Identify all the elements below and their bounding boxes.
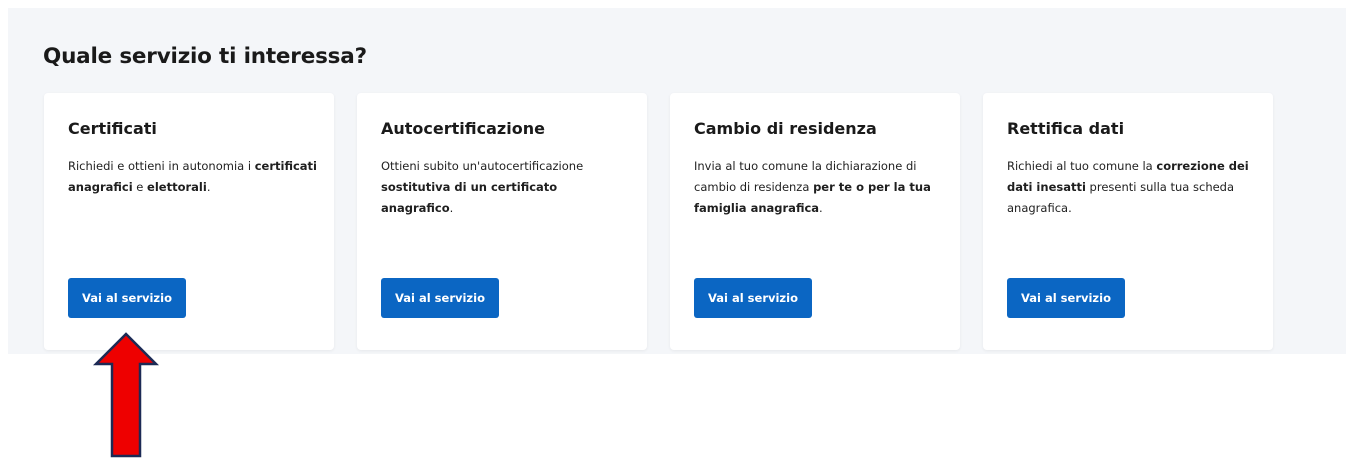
services-section: Quale servizio ti interessa? Certificati…	[8, 8, 1346, 354]
card-description: Invia al tuo comune la dichiarazione di …	[694, 156, 939, 219]
card-autocertificazione: Autocertificazione Ottieni subito un'aut…	[357, 93, 647, 350]
description-text: .	[449, 201, 454, 215]
card-description: Richiedi e ottieni in autonomia i certif…	[68, 156, 318, 198]
vai-al-servizio-button[interactable]: Vai al servizio	[694, 278, 812, 318]
vai-al-servizio-button[interactable]: Vai al servizio	[68, 278, 186, 318]
section-title: Quale servizio ti interessa?	[43, 44, 367, 69]
arrow-shape	[92, 332, 160, 458]
description-text: Richiedi e ottieni in autonomia i	[68, 159, 255, 173]
description-text: .	[206, 180, 211, 194]
description-emphasis: sostitutiva di un certificato anagrafico	[381, 180, 558, 215]
card-description: Ottieni subito un'autocertificazione sos…	[381, 156, 626, 219]
card-title: Rettifica dati	[1007, 119, 1125, 138]
card-description: Richiedi al tuo comune la correzione dei…	[1007, 156, 1252, 219]
card-title: Certificati	[68, 119, 157, 138]
vai-al-servizio-button[interactable]: Vai al servizio	[381, 278, 499, 318]
card-cambio-residenza: Cambio di residenza Invia al tuo comune …	[670, 93, 960, 350]
card-title: Autocertificazione	[381, 119, 545, 138]
vai-al-servizio-button[interactable]: Vai al servizio	[1007, 278, 1125, 318]
card-title: Cambio di residenza	[694, 119, 877, 138]
description-text: Richiedi al tuo comune la	[1007, 159, 1157, 173]
up-arrow-icon	[92, 332, 160, 458]
card-rettifica-dati: Rettifica dati Richiedi al tuo comune la…	[983, 93, 1273, 350]
description-text: .	[819, 201, 823, 215]
description-text: e	[132, 180, 148, 194]
card-certificati: Certificati Richiedi e ottieni in autono…	[44, 93, 334, 350]
description-text: Ottieni subito un'autocertificazione	[381, 159, 584, 173]
description-emphasis: elettorali	[147, 180, 207, 194]
